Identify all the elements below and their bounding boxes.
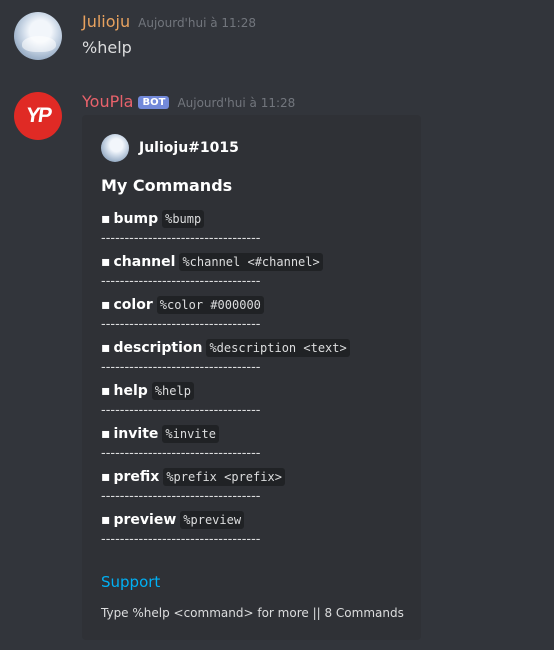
separator: ---------------------------------- [101, 489, 261, 504]
command-item: ▪ bump %bump ---------------------------… [101, 208, 411, 251]
message-bot: YP YouPla BOT Aujourd'hui à 11:28 Julioj… [0, 82, 554, 650]
command-usage: %preview [180, 511, 245, 529]
bullet: ▪ [101, 426, 111, 442]
message-header: YouPla BOT Aujourd'hui à 11:28 [82, 92, 295, 111]
message-user: Julioju Aujourd'hui à 11:28 %help [0, 0, 554, 82]
command-item: ▪ color %color #000000 -----------------… [101, 294, 411, 337]
command-usage: %invite [162, 425, 219, 443]
bullet: ▪ [101, 469, 111, 485]
command-item: ▪ preview %preview ---------------------… [101, 509, 411, 552]
embed-author-avatar-icon [101, 134, 129, 162]
bullet: ▪ [101, 211, 111, 227]
author-name[interactable]: YouPla [82, 92, 133, 111]
command-usage: %description <text> [206, 339, 350, 357]
separator: ---------------------------------- [101, 532, 261, 547]
bot-badge: BOT [138, 96, 170, 109]
bullet: ▪ [101, 254, 111, 270]
user-avatar-icon[interactable] [14, 12, 62, 60]
command-usage: %bump [162, 210, 205, 228]
youpla-logo-icon[interactable]: YP [14, 92, 62, 140]
command-usage: %prefix <prefix> [163, 468, 285, 486]
embed-author: Julioju#1015 [101, 134, 239, 162]
command-list: ▪ bump %bump ---------------------------… [101, 208, 411, 552]
author-name[interactable]: Julioju [82, 12, 130, 31]
command-name: prefix [113, 469, 160, 485]
separator: ---------------------------------- [101, 231, 261, 246]
bullet: ▪ [101, 297, 111, 313]
command-item: ▪ invite %invite -----------------------… [101, 423, 411, 466]
message-header: Julioju Aujourd'hui à 11:28 [82, 12, 256, 31]
embed-footer: Type %help <command> for more || 8 Comma… [101, 606, 404, 620]
command-usage: %color #000000 [156, 296, 264, 314]
command-name: preview [113, 512, 177, 528]
command-item: ▪ prefix %prefix <prefix> --------------… [101, 466, 411, 509]
command-item: ▪ help %help ---------------------------… [101, 380, 411, 423]
message-content: %help [82, 38, 132, 57]
command-name: help [113, 383, 148, 399]
separator: ---------------------------------- [101, 317, 261, 332]
command-name: invite [113, 426, 159, 442]
command-usage: %help [151, 382, 194, 400]
embed-author-name: Julioju#1015 [139, 140, 239, 156]
command-name: channel [113, 254, 176, 270]
embed-title: My Commands [101, 176, 233, 195]
command-name: color [113, 297, 153, 313]
help-embed: Julioju#1015 My Commands ▪ bump %bump --… [82, 115, 421, 640]
separator: ---------------------------------- [101, 446, 261, 461]
avatar-logo-text: YP [24, 104, 52, 127]
bullet: ▪ [101, 512, 111, 528]
chat-page: Julioju Aujourd'hui à 11:28 %help YP You… [0, 0, 554, 650]
command-name: description [113, 340, 203, 356]
support-link[interactable]: Support [101, 573, 160, 591]
bullet: ▪ [101, 340, 111, 356]
separator: ---------------------------------- [101, 274, 261, 289]
bullet: ▪ [101, 383, 111, 399]
command-usage: %channel <#channel> [179, 253, 323, 271]
command-item: ▪ description %description <text> ------… [101, 337, 411, 380]
separator: ---------------------------------- [101, 403, 261, 418]
separator: ---------------------------------- [101, 360, 261, 375]
timestamp: Aujourd'hui à 11:28 [138, 16, 256, 30]
command-name: bump [113, 211, 159, 227]
timestamp: Aujourd'hui à 11:28 [177, 96, 296, 110]
command-item: ▪ channel %channel <#channel> ----------… [101, 251, 411, 294]
